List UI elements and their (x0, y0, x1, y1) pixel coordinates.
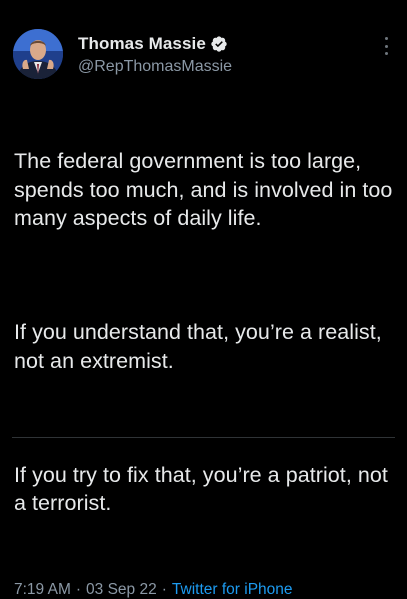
avatar-image (13, 29, 63, 79)
tweet-paragraph: The federal government is too large, spe… (14, 149, 399, 230)
separator: · (75, 580, 82, 598)
tweet: Thomas Massie @RepThomasMassie The feder… (0, 0, 407, 598)
author-names: Thomas Massie @RepThomasMassie (78, 33, 232, 76)
author-display-name[interactable]: Thomas Massie (78, 34, 206, 54)
avatar[interactable] (13, 29, 63, 79)
tweet-date[interactable]: 03 Sep 22 (86, 581, 157, 599)
tweet-header: Thomas Massie @RepThomasMassie (12, 26, 395, 82)
author-handle[interactable]: @RepThomasMassie (78, 58, 232, 76)
tweet-paragraph: If you understand that, you’re a realist… (14, 320, 388, 373)
tweet-metadata: 7:19 AM · 03 Sep 22 · Twitter for iPhone (14, 581, 395, 599)
tweet-source[interactable]: Twitter for iPhone (172, 581, 293, 599)
tweet-paragraph: If you try to fix that, you’re a patriot… (14, 462, 394, 516)
separator: · (161, 580, 167, 598)
verified-badge-icon (210, 35, 228, 53)
more-options-icon[interactable] (383, 37, 389, 55)
name-row: Thomas Massie (78, 33, 232, 55)
tweet-time[interactable]: 7:19 AM (14, 581, 71, 599)
divider (12, 437, 395, 438)
tweet-text: The federal government is too large, spe… (14, 90, 395, 575)
